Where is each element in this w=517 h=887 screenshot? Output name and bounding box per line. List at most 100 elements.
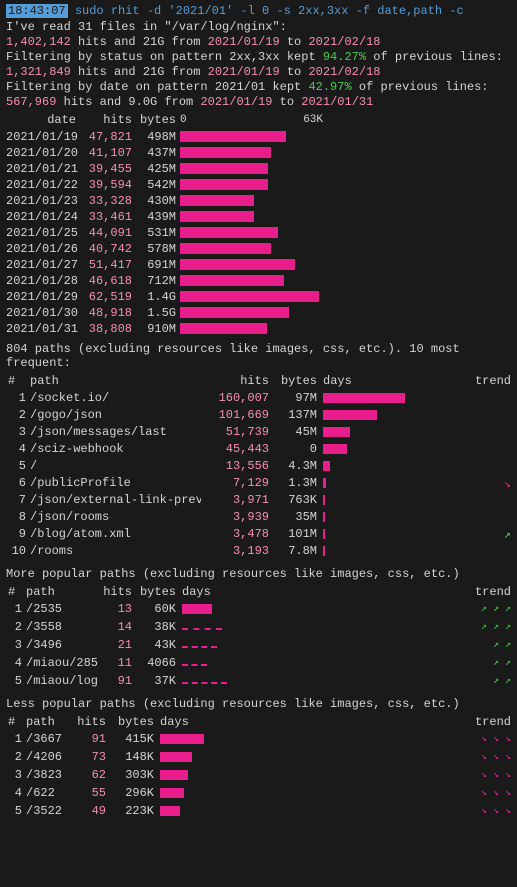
path-trend: ↗ <box>405 527 511 542</box>
more-trend: ↗ ↗ <box>286 657 511 669</box>
path-num: 9 <box>8 527 26 541</box>
less-days-bar <box>154 787 264 799</box>
more-th-num: # <box>8 585 22 599</box>
command-text: sudo rhit -d '2021/01' -l 0 -s 2xx,3xx -… <box>75 4 464 18</box>
more-th-days: days <box>176 585 286 599</box>
path-row: 1 /socket.io/ 160,007 97M <box>6 390 511 406</box>
path-num: 2 <box>8 408 26 422</box>
more-trend: ↗ ↗ ↗ <box>286 603 511 615</box>
info-line-3: 1,402,142 hits and 21G from 2021/01/19 t… <box>6 35 511 49</box>
more-path-row: 2 /3558 14 38K ↗ ↗ ↗ <box>6 619 511 635</box>
paths-section-label: 804 paths (excluding resources like imag… <box>6 342 511 370</box>
more-hits: 13 <box>98 602 132 616</box>
more-num: 4 <box>8 656 22 670</box>
info-line-5: 1,321,849 hits and 21G from 2021/01/19 t… <box>6 65 511 79</box>
more-num: 3 <box>8 638 22 652</box>
chart-row: 2021/01/19 47,821 498M <box>6 129 511 144</box>
more-path: /miaou/login <box>22 674 98 688</box>
chart-row: 2021/01/23 33,328 430M <box>6 193 511 208</box>
path-num: 5 <box>8 459 26 473</box>
chart-bytes: 712M <box>136 274 180 288</box>
more-bytes: 37K <box>132 674 176 688</box>
chart-bytes: 910M <box>136 322 180 336</box>
chart-date: 2021/01/22 <box>6 178 82 192</box>
more-path-row: 4 /miaou/285 11 4066 ↗ ↗ <box>6 655 511 671</box>
chart-bar <box>180 259 295 270</box>
path-row: 9 /blog/atom.xml 3,478 101M ↗ <box>6 526 511 542</box>
th-trend: trend <box>405 374 511 388</box>
more-bytes: 38K <box>132 620 176 634</box>
chart-hits: 39,455 <box>82 162 136 176</box>
less-bytes: 148K <box>106 750 154 764</box>
chart-bar <box>180 211 254 222</box>
path-name: /blog/atom.xml <box>26 527 201 541</box>
info-line-2: I've read 31 files in "/var/log/nginx": <box>6 20 511 34</box>
chart-bytes: 531M <box>136 226 180 240</box>
path-bytes: 1.3M <box>269 476 317 490</box>
chart-bytes: 498M <box>136 130 180 144</box>
chart-bar <box>180 291 319 302</box>
days-bar <box>323 546 325 556</box>
path-hits: 51,739 <box>201 425 269 439</box>
more-days-bar <box>176 639 286 651</box>
path-name: /sciz-webhook <box>26 442 201 456</box>
path-hits: 160,007 <box>201 391 269 405</box>
info-line-7: 567,969 hits and 9.0G from 2021/01/19 to… <box>6 95 511 109</box>
less-days-bar <box>154 769 264 781</box>
chart-bar-container <box>180 227 511 239</box>
less-bar <box>160 770 188 780</box>
path-name: /publicProfile <box>26 476 201 490</box>
path-row: 10 /rooms 3,193 7.8M <box>6 543 511 559</box>
less-path: /622 <box>22 786 74 800</box>
chart-hits: 41,107 <box>82 146 136 160</box>
path-bytes: 0 <box>269 442 317 456</box>
less-hits: 73 <box>74 750 106 764</box>
timestamp: 18:43:07 <box>6 4 68 18</box>
chart-hits: 44,091 <box>82 226 136 240</box>
less-th-num: # <box>8 715 22 729</box>
chart-date: 2021/01/21 <box>6 162 82 176</box>
more-table-header: # path hits bytes days trend <box>6 585 511 599</box>
chart-row: 2021/01/25 44,091 531M <box>6 225 511 240</box>
col-date-header: date <box>6 113 82 127</box>
path-bytes: 137M <box>269 408 317 422</box>
more-path: /3496 <box>22 638 98 652</box>
th-days: days <box>317 374 405 388</box>
less-trend: ↘ ↘ ↘ <box>264 733 511 745</box>
path-bytes: 35M <box>269 510 317 524</box>
chart-date: 2021/01/27 <box>6 258 82 272</box>
chart-hits: 40,742 <box>82 242 136 256</box>
path-days-bar <box>317 528 405 540</box>
command-line: 18:43:07 sudo rhit -d '2021/01' -l 0 -s … <box>6 4 511 18</box>
path-days-bar <box>317 392 405 404</box>
chart-bar-container <box>180 291 511 303</box>
chart-bytes: 1.4G <box>136 290 180 304</box>
days-bar <box>323 393 405 403</box>
col-bytes-header: bytes <box>136 113 180 127</box>
less-th-hits: hits <box>74 715 106 729</box>
path-bytes: 4.3M <box>269 459 317 473</box>
chart-bar <box>180 163 268 174</box>
chart-date: 2021/01/23 <box>6 194 82 208</box>
chart-date: 2021/01/28 <box>6 274 82 288</box>
less-days-bar <box>154 733 264 745</box>
path-hits: 101,669 <box>201 408 269 422</box>
path-row: 8 /json/rooms 3,939 35M <box>6 509 511 525</box>
th-hits: hits <box>201 374 269 388</box>
chart-date: 2021/01/24 <box>6 210 82 224</box>
chart-bar-container <box>180 131 511 143</box>
path-bytes: 763K <box>269 493 317 507</box>
col-hits-header: hits <box>82 113 136 127</box>
more-hits: 21 <box>98 638 132 652</box>
paths-table-header: # path hits bytes days trend <box>6 374 511 388</box>
path-num: 6 <box>8 476 26 490</box>
more-days-bar <box>176 657 286 669</box>
more-bytes: 4066 <box>132 656 176 670</box>
path-name: /json/external-link-preview <box>26 493 201 507</box>
days-bar <box>323 427 350 437</box>
less-bar <box>160 806 180 816</box>
chart-bytes: 430M <box>136 194 180 208</box>
th-bytes: bytes <box>269 374 317 388</box>
path-hits: 3,193 <box>201 544 269 558</box>
chart-bytes: 578M <box>136 242 180 256</box>
